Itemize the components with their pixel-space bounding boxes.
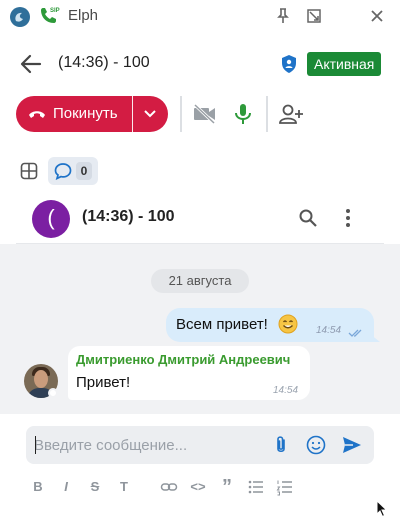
leave-label: Покинуть — [53, 105, 118, 122]
leave-options-button[interactable] — [133, 96, 168, 132]
microphone-icon[interactable] — [230, 102, 256, 126]
collapse-icon[interactable] — [304, 6, 324, 26]
camera-off-icon[interactable] — [192, 102, 218, 126]
bold-button[interactable]: B — [29, 478, 47, 496]
shield-icon — [280, 54, 298, 74]
message-composer — [26, 426, 374, 464]
presence-indicator — [48, 388, 58, 398]
message-author[interactable]: Дмитриенко Дмитрий Андреевич — [76, 352, 290, 367]
app-logo-icon — [10, 7, 30, 27]
attach-icon[interactable] — [272, 435, 290, 455]
list-numbered-icon[interactable] — [276, 478, 294, 496]
avatar: ( — [32, 200, 70, 238]
link-icon[interactable] — [160, 478, 178, 496]
smile-emoji-icon — [278, 314, 298, 334]
incoming-message[interactable]: Дмитриенко Дмитрий Андреевич Привет! 14:… — [68, 346, 310, 400]
add-user-icon[interactable] — [278, 102, 304, 126]
italic-button[interactable]: I — [57, 478, 75, 496]
phone-sip-icon: SIP — [38, 5, 62, 27]
chat-toolbar: 0 — [0, 154, 400, 186]
code-button[interactable]: <> — [189, 478, 207, 496]
message-text: Всем привет! — [176, 316, 268, 333]
chevron-down-icon — [144, 110, 156, 118]
list-bullet-icon[interactable] — [247, 478, 265, 496]
message-list[interactable]: 21 августа Всем привет! 14:54 Дмитриенко… — [0, 244, 400, 414]
title-bar: SIP Elph — [0, 0, 400, 32]
mouse-cursor-icon — [376, 500, 388, 518]
send-icon[interactable] — [342, 436, 362, 454]
status-badge: Активная — [307, 52, 382, 76]
hang-up-icon — [28, 107, 46, 121]
message-text: Привет! — [76, 374, 131, 391]
formatting-toolbar: B I S T <> ” — [0, 477, 400, 498]
pin-icon[interactable] — [273, 6, 293, 26]
tab-chat[interactable]: 0 — [48, 157, 98, 185]
bubble-tail — [370, 334, 380, 342]
outgoing-message[interactable]: Всем привет! 14:54 — [166, 308, 374, 342]
quote-button[interactable]: ” — [218, 477, 236, 497]
strikethrough-button[interactable]: S — [86, 478, 104, 496]
chat-title: (14:36) - 100 — [82, 208, 175, 225]
more-vertical-icon[interactable] — [340, 208, 356, 228]
leave-button[interactable]: Покинуть — [16, 96, 130, 132]
back-arrow-icon[interactable] — [18, 52, 44, 76]
text-caret — [35, 436, 36, 454]
double-check-icon — [348, 325, 364, 337]
leave-button-group: Покинуть — [16, 96, 168, 132]
text-style-button[interactable]: T — [115, 478, 133, 496]
message-input[interactable] — [34, 434, 264, 456]
search-icon[interactable] — [298, 208, 318, 228]
call-title: (14:36) - 100 — [58, 54, 150, 71]
message-time: 14:54 — [273, 385, 299, 396]
chat-header: ( (14:36) - 100 — [16, 192, 384, 244]
sip-label: SIP — [50, 8, 60, 14]
divider — [266, 96, 268, 132]
call-header: (14:36) - 100 Активная — [0, 32, 400, 96]
window-title: Elph — [68, 7, 99, 24]
close-icon[interactable] — [367, 6, 387, 26]
emoji-icon[interactable] — [306, 435, 326, 455]
date-separator: 21 августа — [151, 269, 249, 293]
message-time: 14:54 — [316, 325, 342, 336]
call-controls: Покинуть — [0, 96, 400, 142]
grid-icon[interactable] — [20, 162, 38, 180]
unread-count-badge: 0 — [76, 162, 92, 180]
divider — [180, 96, 182, 132]
chat-bubble-icon — [54, 162, 72, 181]
